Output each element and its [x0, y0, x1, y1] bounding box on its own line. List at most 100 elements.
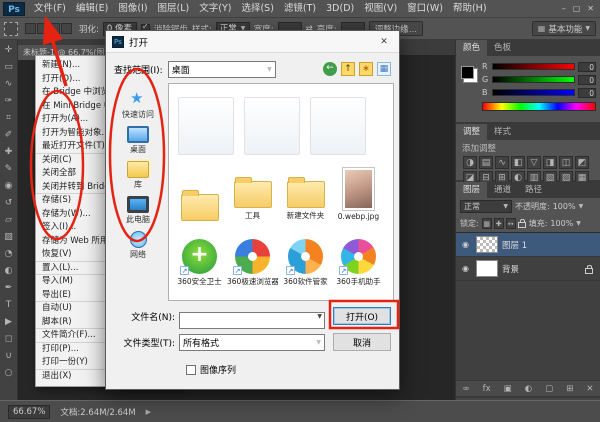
file-item[interactable] — [174, 89, 238, 155]
open-button[interactable]: 打开(O) — [333, 307, 391, 325]
adjustment-exposure-icon[interactable]: ◧ — [511, 156, 525, 169]
up-icon[interactable]: ↑ — [341, 62, 355, 76]
group-icon[interactable]: ▢ — [545, 384, 553, 394]
menubar-item[interactable]: 文字(Y) — [194, 0, 236, 18]
file-name-input[interactable] — [179, 312, 325, 329]
new-folder-icon[interactable]: ∗ — [359, 62, 373, 76]
blend-mode-dropdown[interactable]: 正常▼ — [460, 200, 512, 213]
adjustment-levels-icon[interactable]: ▤ — [479, 156, 493, 169]
fill-value[interactable]: 100% — [550, 219, 573, 228]
tool-type-icon[interactable]: T — [1, 298, 17, 313]
panel-tab[interactable]: 图层 — [456, 182, 487, 198]
tool-history-brush-icon[interactable]: ↺ — [1, 196, 17, 211]
cancel-button[interactable]: 取消 — [333, 333, 391, 351]
adjustment-brightness-contrast-icon[interactable]: ◑ — [463, 156, 477, 169]
foreground-color-swatch[interactable] — [461, 66, 474, 79]
menubar-item[interactable]: 图层(L) — [153, 0, 195, 18]
link-icon[interactable]: ∞ — [463, 384, 470, 394]
restore-icon[interactable]: ▢ — [573, 0, 581, 18]
menubar-item[interactable]: 选择(S) — [236, 0, 278, 18]
color-spectrum-ramp[interactable] — [482, 102, 596, 111]
sidebar-item-this-pc[interactable]: 此电脑 — [110, 196, 166, 225]
sidebar-item-network[interactable]: 网络 — [110, 231, 166, 260]
tool-preset-icon[interactable] — [4, 22, 18, 36]
menubar-item[interactable]: 滤镜(T) — [279, 0, 321, 18]
tool-eraser-icon[interactable]: ▱ — [1, 213, 17, 228]
channel-slider-B[interactable] — [492, 89, 575, 96]
layer-style-icon[interactable]: fx — [483, 384, 491, 394]
file-item[interactable] — [306, 89, 370, 155]
adjustment-black-white-icon[interactable]: ◩ — [575, 156, 589, 169]
sidebar-item-quick-access[interactable]: 快速访问 — [110, 91, 166, 120]
image-sequence-checkbox[interactable] — [186, 365, 196, 375]
tool-quick-select-icon[interactable]: ✑ — [1, 94, 17, 109]
tool-zoom-icon[interactable]: ○ — [1, 366, 17, 381]
file-item[interactable]: ↗360软件管家 — [280, 223, 331, 287]
layer-mask-icon[interactable]: ▣ — [504, 384, 512, 394]
selection-subtract-icon[interactable] — [49, 23, 60, 34]
zoom-level[interactable]: 66.67% — [8, 405, 50, 419]
sidebar-item-libraries[interactable]: 库 — [110, 161, 166, 190]
menubar-item[interactable]: 窗口(W) — [402, 0, 448, 18]
workspace-switcher[interactable]: ▦基本功能▼ — [532, 21, 596, 36]
panel-tab[interactable]: 色板 — [487, 40, 518, 56]
file-item[interactable]: 工具 — [227, 157, 278, 221]
tool-hand-icon[interactable]: ∪ — [1, 349, 17, 364]
tool-clone-stamp-icon[interactable]: ◉ — [1, 179, 17, 194]
tool-crop-icon[interactable]: ⌗ — [1, 111, 17, 126]
look-in-dropdown[interactable]: 桌面 ▼ — [168, 61, 276, 78]
adjustment-vibrance-icon[interactable]: ▽ — [527, 156, 541, 169]
file-item[interactable]: ↗360手机助手 — [333, 223, 384, 287]
lock-pixels-icon[interactable]: ✚ — [494, 218, 504, 229]
close-icon[interactable]: ✕ — [369, 31, 399, 53]
lock-transparent-icon[interactable]: ▦ — [482, 218, 492, 229]
tool-gradient-icon[interactable]: ▨ — [1, 230, 17, 245]
chevron-down-icon[interactable]: ▼ — [317, 313, 322, 320]
menubar-item[interactable]: 编辑(E) — [71, 0, 113, 18]
file-item[interactable]: 新建文件夹 — [280, 157, 331, 221]
layer-row[interactable]: ◉背景 — [456, 257, 600, 281]
tool-shape-icon[interactable]: ◻ — [1, 332, 17, 347]
lock-position-icon[interactable]: ↔ — [506, 218, 516, 229]
chevron-down-icon[interactable]: ▼ — [576, 220, 581, 227]
channel-slider-R[interactable] — [492, 63, 575, 70]
sidebar-item-desktop[interactable]: 桌面 — [110, 126, 166, 155]
panel-tab[interactable]: 调整 — [456, 124, 487, 140]
adjustment-layer-icon[interactable]: ◐ — [525, 384, 532, 394]
visibility-eye-icon[interactable]: ◉ — [459, 240, 472, 249]
delete-icon[interactable]: ✕ — [586, 384, 593, 394]
tool-brush-icon[interactable]: ✎ — [1, 162, 17, 177]
visibility-eye-icon[interactable]: ◉ — [459, 264, 472, 273]
menubar-item[interactable]: 3D(D) — [321, 0, 359, 18]
file-item[interactable] — [174, 157, 225, 221]
selection-add-icon[interactable] — [37, 23, 48, 34]
tool-blur-icon[interactable]: ◔ — [1, 247, 17, 262]
dialog-titlebar[interactable]: 打开 ✕ — [106, 31, 399, 53]
layer-row[interactable]: ◉图层 1 — [456, 233, 600, 257]
adjustment-color-balance-icon[interactable]: ◫ — [559, 156, 573, 169]
file-item[interactable] — [240, 89, 304, 155]
tool-dodge-icon[interactable]: ◐ — [1, 264, 17, 279]
panel-tab[interactable]: 通道 — [487, 182, 518, 198]
adjustment-hue-saturation-icon[interactable]: ◨ — [543, 156, 557, 169]
tool-eyedropper-icon[interactable]: ✐ — [1, 128, 17, 143]
status-arrow-icon[interactable]: ▶ — [146, 408, 151, 416]
opacity-value[interactable]: 100% — [553, 202, 576, 211]
panel-tab[interactable]: 样式 — [487, 124, 518, 140]
tool-pen-icon[interactable]: ✒ — [1, 281, 17, 296]
new-layer-icon[interactable]: ⊞ — [566, 384, 573, 394]
tool-path-select-icon[interactable]: ▶ — [1, 315, 17, 330]
panel-tab[interactable]: 颜色 — [456, 40, 487, 56]
file-item[interactable]: ↗360安全卫士 — [174, 223, 225, 287]
selection-new-icon[interactable] — [25, 23, 36, 34]
panel-tab[interactable]: 路径 — [518, 182, 549, 198]
lock-all-icon[interactable] — [518, 222, 526, 228]
tool-marquee-icon[interactable]: ▭ — [1, 60, 17, 75]
tool-lasso-icon[interactable]: ∿ — [1, 77, 17, 92]
channel-slider-G[interactable] — [492, 76, 575, 83]
file-type-dropdown[interactable]: 所有格式 ▼ — [179, 334, 325, 351]
views-icon[interactable]: ▦ — [377, 62, 391, 76]
menubar-item[interactable]: 视图(V) — [359, 0, 402, 18]
tool-spot-heal-icon[interactable]: ✚ — [1, 145, 17, 160]
back-icon[interactable]: ← — [323, 62, 337, 76]
